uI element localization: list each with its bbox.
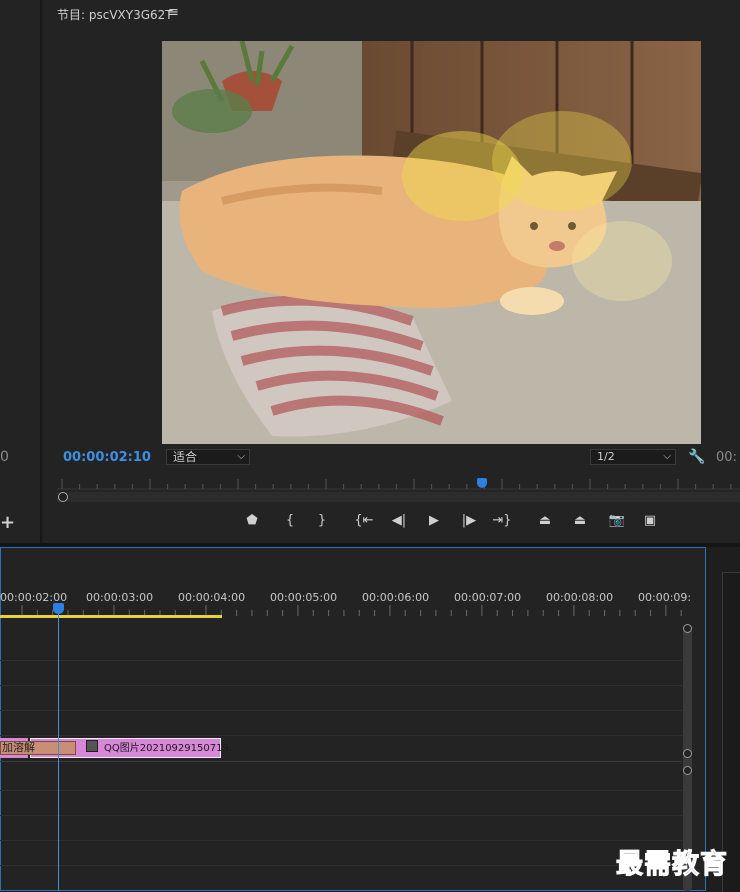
play-button[interactable]: ▶ bbox=[424, 512, 444, 530]
mark-in-button[interactable]: { bbox=[280, 512, 300, 530]
track-divider bbox=[0, 840, 682, 841]
chevron-down-icon: ⌵ bbox=[237, 451, 245, 462]
watermark-logo: 最需教育 bbox=[616, 849, 728, 881]
chevron-down-icon: ⌵ bbox=[663, 451, 671, 462]
track-divider bbox=[0, 790, 682, 791]
cross-dissolve-transition[interactable]: 加溶解 bbox=[0, 741, 76, 755]
current-timecode[interactable]: 00:00:02:10 bbox=[63, 450, 151, 465]
step-forward-button[interactable]: |▶ bbox=[459, 512, 479, 530]
ruler-time-label: 00:00:04:00 bbox=[178, 591, 246, 604]
zoom-fit-select[interactable]: 适合 ⌵ bbox=[166, 449, 250, 465]
panel-title[interactable]: 节目: pscVXY3G62T bbox=[57, 6, 173, 23]
panel-menu-icon[interactable]: ≡ bbox=[168, 5, 179, 20]
scroll-handle-lower[interactable] bbox=[683, 766, 692, 775]
clip-name: QQ图片20210929150719. bbox=[104, 743, 232, 754]
step-back-button[interactable]: ◀| bbox=[389, 512, 409, 530]
track-divider bbox=[0, 815, 682, 816]
scroll-handle-top[interactable] bbox=[683, 624, 692, 633]
add-marker-button[interactable]: ⬟ bbox=[242, 512, 262, 530]
compare-view-button[interactable]: ▣ bbox=[640, 512, 660, 530]
playback-resolution-select[interactable]: 1/2 ⌵ bbox=[590, 449, 676, 465]
track-divider bbox=[0, 865, 682, 866]
ruler-time-label: 00:00:06:00 bbox=[362, 591, 430, 604]
playback-resolution-value: 1/2 bbox=[597, 450, 615, 463]
ruler-time-label: 00:00:07:00 bbox=[454, 591, 522, 604]
timeline-playhead[interactable] bbox=[53, 603, 64, 614]
source-timecode-fragment: 0 bbox=[0, 449, 9, 465]
monitor-zoom-scrollbar[interactable] bbox=[57, 492, 740, 502]
ruler-time-label: 00:00:09: bbox=[638, 591, 692, 604]
video-frame-image bbox=[162, 41, 701, 444]
video-audio-divider bbox=[0, 761, 682, 762]
track-divider bbox=[0, 660, 682, 661]
go-to-out-button[interactable]: ⇥} bbox=[492, 512, 512, 530]
track-divider bbox=[0, 685, 682, 686]
ruler-time-label: 00:00:03:00 bbox=[86, 591, 154, 604]
fx-badge-icon bbox=[86, 740, 98, 752]
track-divider bbox=[0, 735, 682, 736]
duration-timecode: 00: bbox=[716, 450, 737, 465]
zoom-fit-value: 适合 bbox=[173, 450, 198, 464]
extract-button[interactable]: ⏏ bbox=[570, 512, 590, 530]
timeline-playhead-line bbox=[58, 612, 59, 891]
ruler-time-label: 00:00:08:00 bbox=[546, 591, 614, 604]
work-area-bar[interactable] bbox=[0, 615, 222, 618]
scroll-handle-middle[interactable] bbox=[683, 749, 692, 758]
lift-button[interactable]: ⏏ bbox=[535, 512, 555, 530]
track-divider bbox=[0, 710, 682, 711]
add-button[interactable]: + bbox=[0, 512, 15, 533]
mark-out-button[interactable]: } bbox=[312, 512, 332, 530]
settings-wrench-icon[interactable]: 🔧 bbox=[688, 449, 705, 465]
go-to-in-button[interactable]: {⇤ bbox=[354, 512, 374, 530]
video-frame bbox=[162, 41, 701, 444]
export-frame-button[interactable]: 📷 bbox=[607, 512, 627, 530]
monitor-playhead[interactable] bbox=[477, 478, 487, 488]
monitor-zoom-handle[interactable] bbox=[58, 492, 68, 502]
monitor-time-ruler[interactable] bbox=[57, 476, 740, 490]
ruler-time-label: 00:00:05:00 bbox=[270, 591, 338, 604]
